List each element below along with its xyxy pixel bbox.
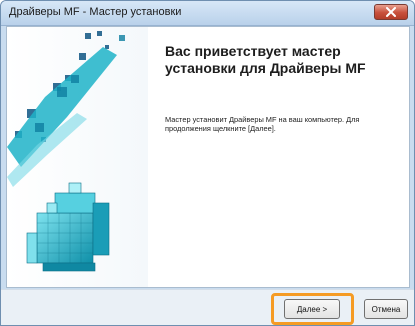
welcome-description: Мастер установит Драйверы MF на ваш комп… bbox=[165, 115, 360, 133]
cubes-artwork-icon bbox=[7, 31, 125, 272]
cancel-button[interactable]: Отмена bbox=[364, 299, 408, 319]
welcome-heading: Вас приветствует мастер установки для Др… bbox=[165, 43, 366, 76]
window-title: Драйверы MF - Мастер установки bbox=[9, 6, 182, 18]
close-icon bbox=[386, 7, 396, 17]
title-bar: Драйверы MF - Мастер установки bbox=[1, 1, 414, 26]
next-button[interactable]: Далее > bbox=[284, 299, 340, 319]
installer-artwork bbox=[7, 27, 148, 287]
close-button[interactable] bbox=[374, 4, 408, 20]
wizard-content: Вас приветствует мастер установки для Др… bbox=[6, 26, 410, 288]
installer-window: Драйверы MF - Мастер установки Вас приве… bbox=[0, 0, 415, 326]
